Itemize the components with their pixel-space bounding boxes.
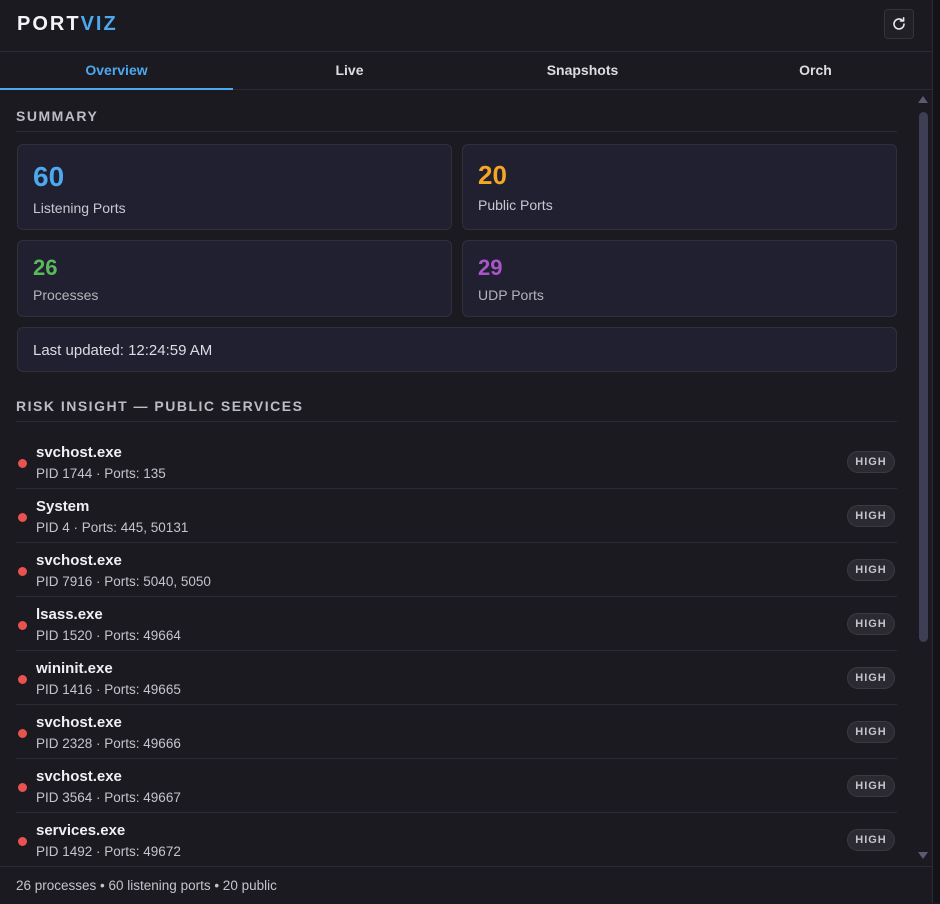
risk-badge: HIGH [847,775,895,797]
udp-ports-value: 29 [478,255,503,280]
refresh-icon [893,17,905,30]
scroll-up-arrow-icon[interactable] [918,96,928,103]
listening-ports-card: 60 Listening Ports [17,144,452,230]
tab-snapshots[interactable]: Snapshots [466,52,699,89]
tab-orch[interactable]: Orch [699,52,932,89]
risk-row[interactable]: services.exe PID 1492 · Ports: 49672 HIG… [16,812,897,866]
risk-row[interactable]: svchost.exe PID 1744 · Ports: 135 HIGH [16,434,897,489]
process-meta: PID 3564 · Ports: 49667 [36,790,181,805]
risk-badge: HIGH [847,667,895,689]
risk-badge: HIGH [847,505,895,527]
process-meta: PID 1492 · Ports: 49672 [36,844,181,859]
risk-divider [16,421,897,422]
logo-part-viz: VIZ [80,13,118,35]
window-edge [932,0,940,903]
main-tabs: Overview Live Snapshots Orch [0,52,932,90]
risk-row[interactable]: svchost.exe PID 3564 · Ports: 49667 HIGH [16,758,897,813]
tab-overview[interactable]: Overview [0,52,233,90]
last-updated-text: Last updated: 12:24:59 AM [33,342,213,359]
process-name: wininit.exe [36,660,113,677]
last-updated-card: Last updated: 12:24:59 AM [17,327,897,372]
risk-dot [18,513,27,522]
process-name: lsass.exe [36,606,103,623]
risk-dot [18,567,27,576]
process-name: svchost.exe [36,552,122,569]
tab-live[interactable]: Live [233,52,466,89]
process-meta: PID 2328 · Ports: 49666 [36,736,181,751]
summary-divider [16,131,897,132]
risk-row[interactable]: wininit.exe PID 1416 · Ports: 49665 HIGH [16,650,897,705]
risk-row[interactable]: svchost.exe PID 2328 · Ports: 49666 HIGH [16,704,897,759]
process-name: System [36,498,90,515]
risk-dot [18,459,27,468]
risk-badge: HIGH [847,613,895,635]
overview-panel: SUMMARY 60 Listening Ports 20 Public Por… [0,90,914,866]
risk-heading: RISK INSIGHT — PUBLIC SERVICES [16,398,304,414]
process-name: services.exe [36,822,126,839]
processes-value: 26 [33,255,58,280]
risk-row[interactable]: svchost.exe PID 7916 · Ports: 5040, 5050… [16,542,897,597]
scrollbar-thumb[interactable] [919,112,928,642]
risk-row[interactable]: System PID 4 · Ports: 445, 50131 HIGH [16,488,897,543]
risk-dot [18,837,27,846]
risk-dot [18,729,27,738]
processes-card: 26 Processes [17,240,452,317]
status-bar: 26 processes • 60 listening ports • 20 p… [0,866,932,904]
process-meta: PID 7916 · Ports: 5040, 5050 [36,574,211,589]
risk-dot [18,783,27,792]
risk-badge: HIGH [847,559,895,581]
scroll-down-arrow-icon[interactable] [918,852,928,859]
process-meta: PID 1416 · Ports: 49665 [36,682,181,697]
status-text: 26 processes • 60 listening ports • 20 p… [16,878,277,893]
vertical-scrollbar[interactable] [915,90,932,866]
summary-heading: SUMMARY [16,108,99,124]
public-ports-card: 20 Public Ports [462,144,897,230]
public-ports-value: 20 [478,160,507,190]
risk-badge: HIGH [847,721,895,743]
app-logo: PORTVIZ [17,13,118,36]
process-meta: PID 1744 · Ports: 135 [36,466,166,481]
logo-part-port: PORT [17,13,81,35]
risk-row[interactable]: lsass.exe PID 1520 · Ports: 49664 HIGH [16,596,897,651]
processes-label: Processes [33,287,99,303]
process-name: svchost.exe [36,714,122,731]
process-name: svchost.exe [36,444,122,461]
process-meta: PID 4 · Ports: 445, 50131 [36,520,189,535]
risk-dot [18,675,27,684]
risk-badge: HIGH [847,829,895,851]
udp-ports-label: UDP Ports [478,287,544,303]
listening-ports-value: 60 [33,161,65,192]
udp-ports-card: 29 UDP Ports [462,240,897,317]
listening-ports-label: Listening Ports [33,200,126,216]
risk-badge: HIGH [847,451,895,473]
public-ports-label: Public Ports [478,197,553,213]
app-header: PORTVIZ [0,0,932,52]
process-meta: PID 1520 · Ports: 49664 [36,628,181,643]
process-name: svchost.exe [36,768,122,785]
refresh-button[interactable] [884,9,914,39]
risk-dot [18,621,27,630]
